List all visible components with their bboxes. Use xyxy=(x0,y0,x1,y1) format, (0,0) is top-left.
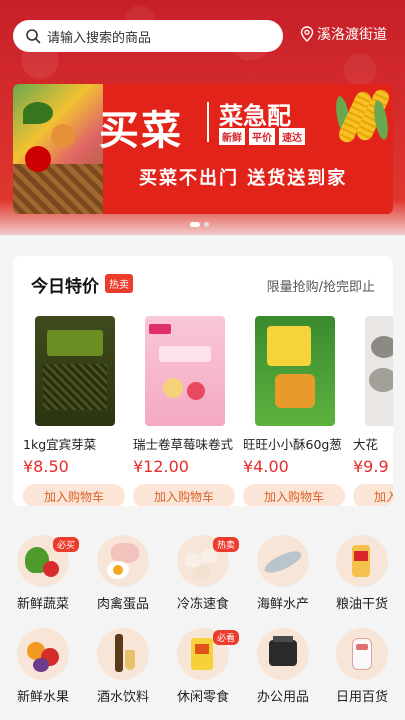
banner-tag: 新鲜 xyxy=(219,128,245,145)
category-label: 海鲜水产 xyxy=(256,597,309,612)
location-pin-icon xyxy=(300,26,314,42)
fruit-icon xyxy=(17,628,69,680)
category-label: 肉禽蛋品 xyxy=(96,597,149,612)
carousel-indicator xyxy=(190,222,209,227)
product-image-swiss-roll xyxy=(145,316,225,426)
office-icon xyxy=(257,628,309,680)
corn-image xyxy=(331,86,392,150)
meat-egg-icon xyxy=(97,535,149,587)
carousel-dot xyxy=(204,222,209,227)
category-badge: 必买 xyxy=(52,537,79,552)
product-card[interactable]: 瑞士卷草莓味卷式 ¥12.00 加入购物车 xyxy=(133,316,243,506)
category-grain-oil[interactable]: 粮油干货 xyxy=(322,535,402,612)
product-card[interactable]: 大花 ¥9.9 加入购物车 xyxy=(353,316,393,506)
category-label: 新鲜水果 xyxy=(16,690,69,705)
grain-oil-icon xyxy=(336,535,388,587)
promo-banner[interactable]: 买菜 菜急配 新鲜 平价 速达 买菜不出门 送货送到家 xyxy=(13,84,393,214)
category-label: 日用百货 xyxy=(335,690,388,705)
category-grid: 必买 新鲜蔬菜 肉禽蛋品 热卖 冷冻速食 海鲜水产 粮油干货 新鲜水果 酒水饮料… xyxy=(0,530,405,720)
snacks-icon: 必看 xyxy=(177,628,239,680)
add-to-cart-button[interactable]: 加入购物车 xyxy=(133,484,235,506)
category-label: 休闲零食 xyxy=(176,690,229,705)
category-label: 冷冻速食 xyxy=(176,597,229,612)
banner-tags: 新鲜 平价 速达 xyxy=(219,128,305,145)
banner-slogan: 买菜不出门 送货送到家 xyxy=(139,168,348,189)
deals-hot-badge: 热卖 xyxy=(105,274,133,293)
category-label: 粮油干货 xyxy=(335,597,388,612)
banner-tag: 速达 xyxy=(279,128,305,145)
category-frozen[interactable]: 热卖 冷冻速食 xyxy=(163,535,243,612)
category-badge: 必看 xyxy=(212,630,239,645)
frozen-food-icon: 热卖 xyxy=(177,535,239,587)
daily-goods-icon xyxy=(336,628,388,680)
product-image-sprouts xyxy=(35,316,115,426)
product-price: ¥9.9 xyxy=(353,457,389,476)
category-drinks[interactable]: 酒水饮料 xyxy=(83,628,163,705)
product-card[interactable]: 1kg宜宾芽菜 ¥8.50 加入购物车 xyxy=(23,316,133,506)
daily-deals-card: 今日特价 热卖 限量抢购/抢完即止 1kg宜宾芽菜 ¥8.50 加入购物车 瑞士… xyxy=(13,256,393,506)
search-bar[interactable]: 请输入搜索的商品 xyxy=(13,20,283,52)
vegetables-icon: 必买 xyxy=(17,535,79,587)
product-name: 瑞士卷草莓味卷式 xyxy=(133,437,234,452)
deals-title: 今日特价 xyxy=(31,277,99,297)
product-price: ¥12.00 xyxy=(133,457,189,476)
category-office[interactable]: 办公用品 xyxy=(243,628,323,705)
add-to-cart-button[interactable]: 加入购物车 xyxy=(23,484,125,506)
location-label: 溪洛渡街道 xyxy=(317,27,387,43)
search-icon xyxy=(26,29,41,44)
drinks-icon xyxy=(97,628,149,680)
category-meat-eggs[interactable]: 肉禽蛋品 xyxy=(83,535,163,612)
seafood-icon xyxy=(257,535,309,587)
category-seafood[interactable]: 海鲜水产 xyxy=(243,535,323,612)
category-badge: 热卖 xyxy=(212,537,239,552)
product-card[interactable]: 旺旺小小酥60g葱 ¥4.00 加入购物车 xyxy=(243,316,353,506)
category-label: 新鲜蔬菜 xyxy=(16,597,69,612)
product-price: ¥4.00 xyxy=(243,457,289,476)
location-selector[interactable]: 溪洛渡街道 xyxy=(300,24,387,44)
product-image-crackers xyxy=(255,316,335,426)
category-label: 酒水饮料 xyxy=(96,690,149,705)
carousel-dot-active xyxy=(190,222,200,227)
add-to-cart-button[interactable]: 加入购物车 xyxy=(353,484,393,506)
product-name: 旺旺小小酥60g葱 xyxy=(243,437,342,452)
add-to-cart-button[interactable]: 加入购物车 xyxy=(243,484,345,506)
banner-divider xyxy=(207,102,209,142)
banner-title: 买菜 xyxy=(99,108,183,154)
banner-tag: 平价 xyxy=(249,128,275,145)
category-label: 办公用品 xyxy=(256,690,309,705)
product-price: ¥8.50 xyxy=(23,457,69,476)
product-name: 大花 xyxy=(353,437,379,452)
vegetable-basket-image xyxy=(13,84,103,214)
banner-subtitle: 菜急配 xyxy=(219,102,291,130)
category-vegetables[interactable]: 必买 新鲜蔬菜 xyxy=(3,535,83,612)
category-fruit[interactable]: 新鲜水果 xyxy=(3,628,83,705)
deals-hint[interactable]: 限量抢购/抢完即止 xyxy=(267,276,375,295)
product-image-clams xyxy=(365,316,393,426)
category-daily-goods[interactable]: 日用百货 xyxy=(322,628,402,705)
category-snacks[interactable]: 必看 休闲零食 xyxy=(163,628,243,705)
product-name: 1kg宜宾芽菜 xyxy=(23,437,97,452)
search-placeholder: 请输入搜索的商品 xyxy=(47,30,152,46)
